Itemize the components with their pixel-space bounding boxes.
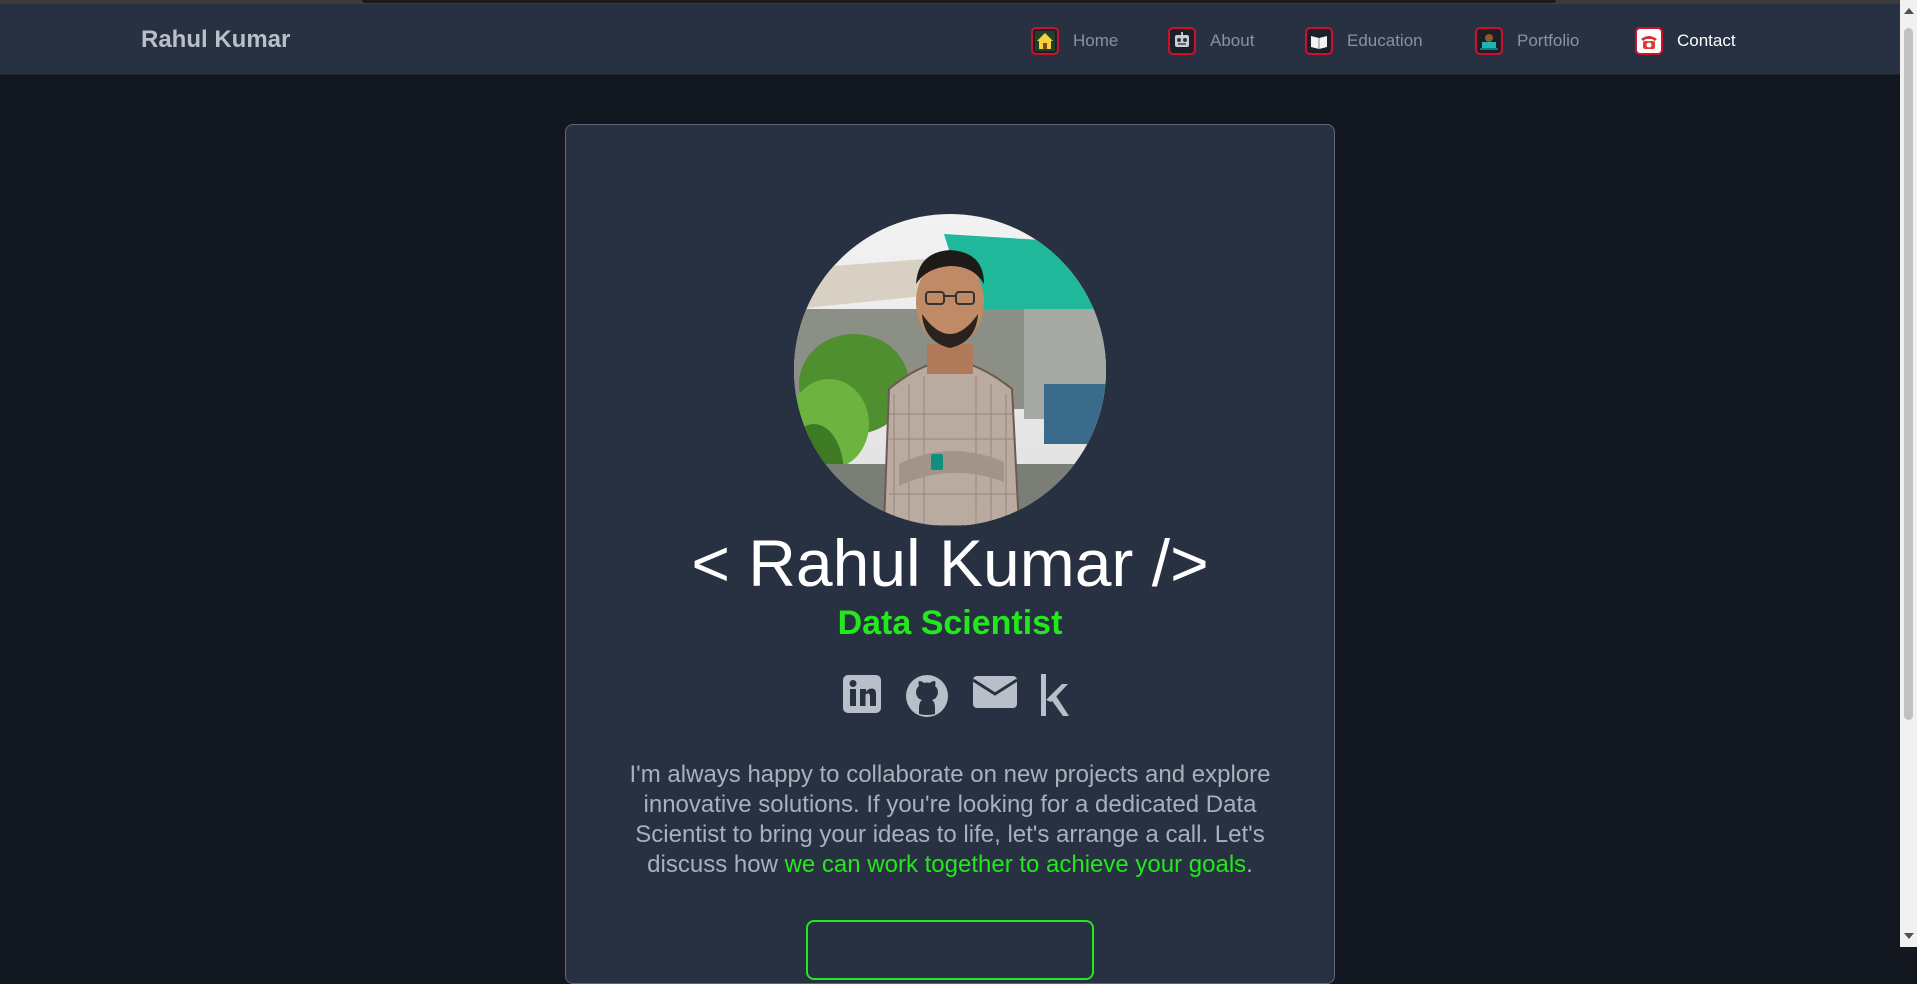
nav-label-contact: Contact [1677,31,1736,50]
nav-item-about[interactable]: About [1168,26,1254,56]
contact-cta-button[interactable] [806,920,1094,980]
github-icon[interactable] [905,674,949,723]
nav-label-education: Education [1347,31,1423,50]
mail-icon[interactable] [972,674,1018,713]
nav-item-portfolio[interactable]: Portfolio [1475,26,1579,56]
nav-label-about: About [1210,31,1255,50]
book-icon [1305,27,1333,55]
house-icon [1031,27,1059,55]
scrollbar-thumb[interactable] [1904,28,1913,720]
profile-title: < Rahul Kumar /> [691,526,1209,600]
kaggle-icon[interactable] [1038,672,1070,723]
profile-description: I'm always happy to collaborate on new p… [600,760,1300,880]
telephone-icon [1635,27,1663,55]
nav-item-contact[interactable]: Contact [1635,26,1736,56]
browser-top-edge-inner [362,0,1556,3]
nav-label-home: Home [1073,31,1119,50]
brand-name[interactable]: Rahul Kumar [141,26,290,54]
navbar: Rahul Kumar Home About Education Portfol… [0,4,1900,75]
scroll-down-arrow-icon[interactable] [1904,933,1914,939]
description-end: . [1246,851,1253,878]
description-highlight: we can work together to achieve your goa… [784,851,1247,878]
nav-label-portfolio: Portfolio [1517,31,1580,50]
laptop-icon [1475,27,1503,55]
profile-photo [794,214,1106,526]
nav-item-home[interactable]: Home [1031,26,1118,56]
linkedin-icon[interactable] [842,674,882,719]
profile-subtitle: Data Scientist [837,604,1063,642]
robot-icon [1168,27,1196,55]
scroll-up-arrow-icon[interactable] [1904,8,1914,14]
nav-item-education[interactable]: Education [1305,26,1423,56]
vertical-scrollbar[interactable] [1900,0,1917,947]
